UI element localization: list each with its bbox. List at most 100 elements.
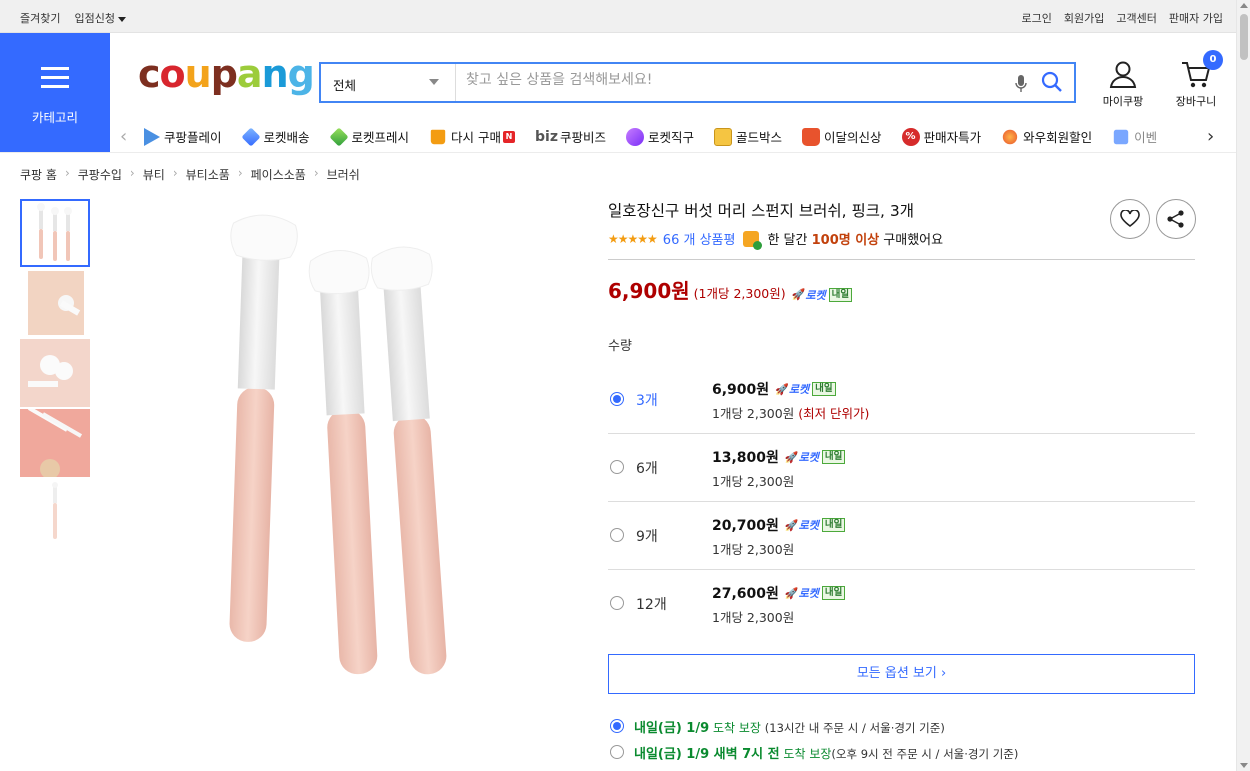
delivery-options: 내일(금) 1/9 도착 보장 (13시간 내 주문 시 / 서울·경기 기준)… (608, 716, 1195, 768)
review-count-link[interactable]: 66 개 상품평 (663, 229, 736, 248)
seller-apply-menu[interactable]: 입점신청 (74, 10, 126, 26)
coupang-logo[interactable]: coupang (138, 55, 315, 93)
microphone-icon[interactable] (1014, 74, 1028, 97)
nav-item-label: 이벤 (1134, 130, 1158, 145)
product-thumbnail[interactable] (20, 479, 90, 547)
nav-item-label: 쿠팡플레이 (164, 130, 222, 145)
option-radio[interactable] (610, 392, 624, 406)
nav-item-event[interactable]: 이벤 (1112, 127, 1157, 146)
delivery-radio[interactable] (610, 745, 624, 759)
delivery-radio[interactable] (610, 719, 624, 733)
nav-item-wow-discount[interactable]: 와우회원할인 (1001, 127, 1092, 146)
signup-link[interactable]: 회원가입 (1064, 10, 1104, 26)
breadcrumb-item[interactable]: 쿠팡 홈 (20, 166, 57, 183)
delivery-option[interactable]: 내일(금) 1/9 도착 보장 (13시간 내 주문 시 / 서울·경기 기준) (608, 716, 1195, 742)
share-button[interactable] (1156, 199, 1196, 239)
shopping-bag-check-icon (743, 230, 763, 250)
my-coupang-button[interactable]: 마이쿠팡 (1096, 60, 1150, 109)
product-thumbnail[interactable] (20, 339, 90, 407)
nav-item-label: 와우회원할인 (1023, 130, 1093, 145)
hamburger-icon (41, 67, 69, 94)
search-icon[interactable] (1041, 71, 1063, 96)
play-icon (144, 127, 160, 146)
delivery-note: (13시간 내 주문 시 / 서울·경기 기준) (764, 721, 945, 735)
thumbnail-list (20, 199, 90, 549)
customer-center-link[interactable]: 고객센터 (1116, 10, 1156, 26)
option-radio[interactable] (610, 596, 624, 610)
quantity-option[interactable]: 12개 27,600원 🚀 로켓 내일 1개당 2,300원 (608, 570, 1195, 638)
option-unit-text: 1개당 2,300원 (712, 610, 795, 625)
option-radio[interactable] (610, 460, 624, 474)
tomorrow-badge: 내일 (821, 518, 846, 532)
wishlist-button[interactable] (1110, 199, 1150, 239)
option-price: 6,900원 (712, 382, 770, 398)
quantity-option[interactable]: 9개 20,700원 🚀 로켓 내일 1개당 2,300원 (608, 502, 1195, 570)
cart-label: 장바구니 (1175, 95, 1217, 108)
option-price: 27,600원 (712, 586, 779, 602)
chevron-right-icon[interactable]: › (1207, 126, 1214, 147)
scroll-down-icon[interactable] (1240, 763, 1248, 768)
star-rating-icon: ★★★★★ (608, 231, 658, 246)
product-thumbnail[interactable] (20, 269, 90, 337)
option-radio[interactable] (610, 528, 624, 542)
option-price-row: 6,900원 🚀 로켓 내일 (712, 379, 836, 399)
nav-item-seller-deals[interactable]: % 판매자특가 (901, 127, 981, 146)
scroll-up-icon[interactable] (1240, 3, 1248, 8)
seller-signup-link[interactable]: 판매자 가입 (1169, 10, 1223, 26)
breadcrumb-separator-icon: › (129, 166, 135, 180)
delivery-option[interactable]: 내일(금) 1/9 새벽 7시 전 도착 보장(오후 9시 전 주문 시 / 서… (608, 742, 1195, 768)
search-scope-select[interactable]: 전체 (321, 64, 456, 101)
main-product-image[interactable] (150, 199, 560, 689)
search-bar: 전체 (319, 62, 1076, 103)
search-input[interactable] (466, 72, 986, 88)
delivery-guarantee: 도착 보장 (783, 747, 832, 761)
cart-button[interactable]: 0 장바구니 (1166, 50, 1226, 109)
nav-item-label: 다시 구매 (451, 130, 502, 145)
breadcrumb-item[interactable]: 브러쉬 (327, 166, 360, 183)
nav-item-rocket[interactable]: 로켓배송 (240, 126, 310, 147)
option-price-row: 20,700원 🚀 로켓 내일 (712, 515, 846, 535)
product-thumbnail[interactable] (20, 409, 90, 477)
breadcrumb-item[interactable]: 쿠팡수입 (78, 166, 122, 183)
nav-item-rocket-fresh[interactable]: 로켓프레시 (328, 126, 410, 147)
nav-item-goldbox[interactable]: 골드박스 (714, 127, 782, 146)
nav-item-biz[interactable]: biz 쿠팡비즈 (535, 127, 606, 146)
breadcrumb-separator-icon: › (313, 166, 319, 180)
product-title: 일호장신구 버섯 머리 스펀지 브러쉬, 핑크, 3개 (608, 202, 914, 220)
quantity-option[interactable]: 3개 6,900원 🚀 로켓 내일 1개당 2,300원 (최저 단위가) (608, 366, 1195, 434)
nav-item-label: 로켓프레시 (351, 130, 410, 145)
rocket-icon: 🚀 (791, 288, 806, 301)
category-button[interactable]: 카테고리 (0, 33, 110, 152)
nav-item-coupangplay[interactable]: 쿠팡플레이 (144, 127, 222, 146)
login-link[interactable]: 로그인 (1022, 10, 1052, 26)
top-utility-bar: 즐겨찾기 입점신청 로그인 회원가입 고객센터 판매자 가입 (0, 0, 1250, 33)
nav-item-new-arrivals[interactable]: 이달의신상 (802, 127, 882, 146)
product-thumbnail[interactable] (20, 199, 90, 267)
page-scrollbar[interactable] (1236, 0, 1250, 771)
wow-icon (1002, 129, 1018, 144)
breadcrumb-item[interactable]: 뷰티소품 (186, 166, 230, 183)
option-price-row: 13,800원 🚀 로켓 내일 (712, 447, 846, 467)
rocket-icon (240, 126, 261, 147)
view-all-options-button[interactable]: 모든 옵션 보기 › (608, 654, 1195, 694)
rocket-label: 로켓 (798, 587, 819, 600)
scrollbar-thumb[interactable] (1240, 14, 1248, 60)
quantity-option[interactable]: 6개 13,800원 🚀 로켓 내일 1개당 2,300원 (608, 434, 1195, 502)
rocket-label: 로켓 (788, 383, 810, 396)
breadcrumb-item[interactable]: 뷰티 (143, 166, 165, 183)
nav-item-rocket-global[interactable]: 로켓직구 (626, 127, 694, 146)
option-count: 3개 (636, 393, 658, 409)
rocket-icon: 🚀 (775, 382, 789, 396)
bookmark-link[interactable]: 즐겨찾기 (20, 10, 60, 26)
nav-item-rebuy[interactable]: 다시 구매 N (429, 127, 516, 146)
option-unit-text: 1개당 2,300원 (712, 542, 795, 557)
breadcrumb-item[interactable]: 페이스소품 (251, 166, 306, 183)
purchase-count: 한 달간 100명 이상 구매했어요 (767, 229, 943, 248)
tomorrow-badge: 내일 (812, 382, 836, 396)
purchase-prefix: 한 달간 (767, 233, 808, 248)
cart-count-badge: 0 (1203, 50, 1223, 70)
product-info: 일호장신구 버섯 머리 스펀지 브러쉬, 핑크, 3개 ★★★★★ 66 개 상… (608, 199, 1196, 762)
rocket-label: 로켓 (805, 288, 826, 302)
breadcrumb: 쿠팡 홈 › 쿠팡수입 › 뷰티 › 뷰티소품 › 페이스소품 › 브러쉬 (20, 166, 360, 183)
chevron-left-icon[interactable]: ‹ (120, 126, 127, 147)
